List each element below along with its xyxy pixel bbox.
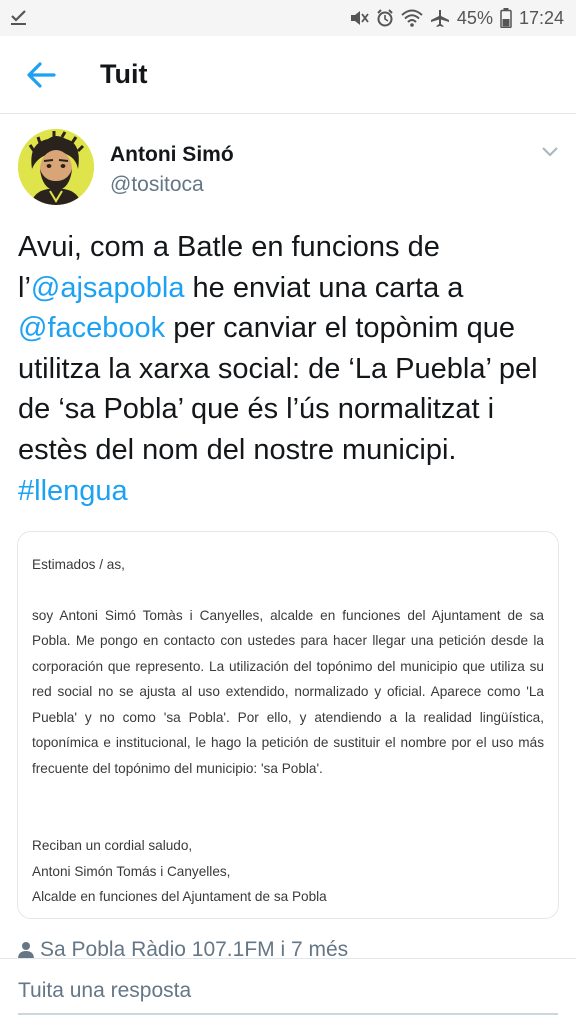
letter-greeting: Estimados / as, — [32, 557, 125, 572]
mute-icon — [350, 11, 369, 25]
alarm-icon — [377, 9, 393, 27]
battery-icon — [500, 8, 512, 28]
chevron-down-icon — [542, 147, 558, 157]
avatar-illustration — [18, 129, 94, 205]
letter-signature-title: Alcalde en funciones del Ajuntament de s… — [32, 889, 327, 904]
tweet-options-button[interactable] — [540, 145, 560, 159]
status-right: 45% 17:24 — [349, 8, 564, 29]
mention-link-facebook[interactable]: @facebook — [18, 312, 165, 344]
author-handle[interactable]: @tositoca — [110, 173, 204, 197]
avatar[interactable] — [18, 129, 94, 205]
back-button[interactable] — [26, 60, 56, 90]
download-check-icon — [11, 10, 26, 25]
reply-input[interactable]: Tuita una resposta — [18, 979, 558, 1015]
letter-closing: Reciban un cordial saludo, — [32, 838, 193, 853]
tweet-text: Avui, com a Batle en funcions de l’@ajsa… — [18, 227, 563, 511]
reply-bar: Tuita una resposta — [0, 958, 576, 1024]
app-bar: Tuit — [0, 36, 576, 114]
airplane-icon — [430, 10, 449, 27]
attached-letter-image[interactable]: Estimados / as, soy Antoni Simó Tomàs i … — [17, 531, 559, 919]
letter-signature-name: Antoni Simón Tomás i Canyelles, — [32, 863, 231, 879]
person-icon — [18, 942, 34, 959]
tweet-text-part: he enviat una carta a — [184, 271, 464, 304]
page-title: Tuit — [100, 59, 148, 89]
letter-body: soy Antoni Simó Tomàs i Canyelles, alcal… — [32, 607, 544, 776]
status-bar: 45% 17:24 — [0, 0, 576, 36]
status-left — [10, 10, 28, 26]
clock: 17:24 — [518, 7, 564, 28]
author-name[interactable]: Antoni Simó — [110, 143, 234, 167]
hashtag-link[interactable]: #llengua — [18, 475, 128, 507]
battery-percent: 45% — [456, 7, 493, 28]
wifi-icon — [401, 9, 423, 27]
back-arrow-icon — [27, 61, 56, 88]
mention-link-ajsapobla[interactable]: @ajsapobla — [31, 272, 185, 304]
